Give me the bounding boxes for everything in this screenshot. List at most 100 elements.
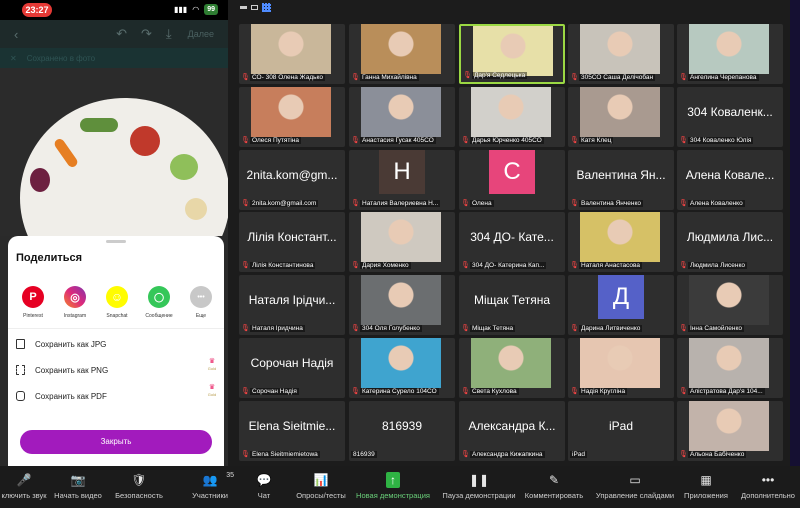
participant-video: [361, 87, 441, 137]
close-icon[interactable]: ✕: [10, 54, 17, 63]
participant-tile[interactable]: 🎙 Надія Кругліна: [568, 338, 674, 398]
participant-caption-text: 304 Оля Голубенко: [360, 324, 422, 332]
toolbar-polls-button[interactable]: 📊 Опросы/тесты: [290, 472, 352, 504]
mic-muted-icon: 🎙: [351, 324, 360, 332]
participant-caption: 🎙 305СО Саша Делічобан: [570, 72, 656, 82]
participant-caption-text: Катя Клец: [579, 136, 614, 144]
toolbar-more-button[interactable]: ••• Дополнительно: [736, 472, 800, 504]
share-app-more[interactable]: ••• Еще: [182, 286, 220, 319]
slides-icon: ▭: [629, 473, 641, 487]
onion-shape: [185, 198, 207, 220]
participant-tile[interactable]: Лілія Констант... 🎙 Лілія Константинова: [239, 212, 345, 272]
toolbar-video-off-button[interactable]: 📷 Начать видео: [48, 472, 108, 504]
participant-caption: 🎙 Дар'я Седлецька: [463, 70, 528, 80]
participant-caption: 🎙 Альона Бабіченко: [679, 449, 747, 459]
participant-tile[interactable]: Наталя Ірідчи... 🎙 Наталя Іридчина: [239, 275, 345, 335]
done-button[interactable]: Далее: [188, 29, 214, 39]
participant-caption-text: СО- 308 Олена Жадько: [250, 73, 326, 81]
share-app-instagram[interactable]: ◎ Instagram: [56, 286, 94, 319]
divider: [8, 328, 224, 329]
toolbar-share-screen-button[interactable]: ↑ Новая демонстрация: [352, 472, 434, 504]
participant-tile[interactable]: Алена Ковале... 🎙 Алена Коваленко: [677, 150, 783, 210]
participant-tile[interactable]: С 🎙 Олена: [459, 150, 565, 210]
participant-tile[interactable]: 🎙 Катерина Сурело 104СО: [349, 338, 455, 398]
toolbar-chat-button[interactable]: 💬 Чат: [250, 472, 278, 504]
toolbar-pause-button[interactable]: ❚❚ Пауза демонстрации: [440, 472, 518, 504]
toolbar-participants-button[interactable]: 👥 35 Участники: [180, 472, 240, 504]
participant-tile[interactable]: 816939 816939: [349, 401, 455, 461]
participant-tile[interactable]: 🎙 Інна Самойленко: [677, 275, 783, 335]
participant-tile[interactable]: 🎙 СО- 308 Олена Жадько: [239, 24, 345, 84]
redo-icon[interactable]: ↷: [141, 26, 152, 42]
participant-tile[interactable]: 🎙 Катя Клец: [568, 87, 674, 147]
mic-muted-icon: 🎙: [679, 450, 688, 458]
participant-tile[interactable]: Міщак Тетяна 🎙 Міщак Тетяна: [459, 275, 565, 335]
back-icon[interactable]: ‹: [14, 27, 18, 42]
participant-caption-text: Александра Кижапкина: [470, 450, 545, 458]
mic-muted-icon: 🎙: [679, 199, 688, 207]
participant-video: [471, 338, 551, 388]
participant-tile[interactable]: 304 Коваленк... 🎙 304 Коваленко Юлія: [677, 87, 783, 147]
participant-caption-text: Света Кухлова: [470, 387, 519, 395]
share-app-snapchat[interactable]: ☺ Snapchat: [98, 286, 136, 319]
speaker-view-icon[interactable]: [251, 5, 258, 10]
participant-tile[interactable]: 🎙 Анастасия Гусак 405СО: [349, 87, 455, 147]
participant-tile[interactable]: Н 🎙 Наталия Валериевна Н...: [349, 150, 455, 210]
participant-gallery: 🎙 СО- 308 Олена Жадько 🎙 Ганна Михайлівна 🎙 Д…: [230, 0, 790, 466]
participant-tile[interactable]: 🎙 304 Оля Голубенко: [349, 275, 455, 335]
save-option-label: Сохранить как JPG: [35, 339, 107, 349]
mic-muted-icon: 🎙: [461, 199, 470, 207]
messages-icon: ◯: [148, 286, 170, 308]
participant-tile[interactable]: 304 ДО- Кате... 🎙 304 ДО- Катерина Кап...: [459, 212, 565, 272]
toolbar-shield-button[interactable]: 🛡 Безопасность: [108, 472, 170, 504]
share-app-pinterest[interactable]: P Pinterest: [14, 286, 52, 319]
participant-tile[interactable]: 🎙 Дарья Юрченко 405СО: [459, 87, 565, 147]
participant-caption-text: Дар'я Седлецька: [472, 71, 528, 79]
sheet-handle[interactable]: [106, 240, 126, 243]
save-as-jpg[interactable]: Сохранить как JPG: [16, 336, 216, 352]
share-app-messages[interactable]: ◯ Сообщение: [140, 286, 178, 319]
toolbar-slides-button[interactable]: ▭ Управление слайдами: [590, 472, 680, 504]
participant-caption: 🎙 Дарина Литвиченко: [570, 323, 643, 333]
participant-tile[interactable]: iPad iPad: [568, 401, 674, 461]
participant-tile[interactable]: 🎙 Ангелина Черепанова: [677, 24, 783, 84]
participant-tile[interactable]: Elena Sieitmie... 🎙 Elena Sieitmiemietowa: [239, 401, 345, 461]
participant-tile[interactable]: Д 🎙 Дарина Литвиченко: [568, 275, 674, 335]
mic-muted-icon: 🎙: [679, 387, 688, 395]
participant-tile[interactable]: 🎙 Света Кухлова: [459, 338, 565, 398]
participant-tile[interactable]: Людмила Лис... 🎙 Людмила Лисенко: [677, 212, 783, 272]
save-as-pdf[interactable]: Сохранить как PDF: [16, 388, 216, 404]
participant-tile[interactable]: 🎙 Дар'я Седлецька: [459, 24, 565, 84]
save-as-png[interactable]: Сохранить как PNG: [16, 362, 216, 378]
toolbar-mic-muted-button[interactable]: 🎤 ключить звук: [0, 472, 48, 504]
participant-name: Людмила Лис...: [686, 230, 774, 244]
gallery-view-icon[interactable]: [262, 3, 271, 12]
participant-caption: 🎙 Надія Кругліна: [570, 386, 628, 396]
participant-tile[interactable]: Сорочан Надія 🎙 Сорочан Надія: [239, 338, 345, 398]
gold-badge: ♛ Gold: [207, 358, 217, 371]
toolbar-apps-button[interactable]: ▦ Приложения: [680, 472, 732, 504]
participant-avatar-letter: Н: [379, 150, 425, 194]
share-app-label: Snapchat: [106, 313, 128, 319]
participant-tile[interactable]: 🎙 Наталя Анастасова: [568, 212, 674, 272]
participant-tile[interactable]: 🎙 Дария Хоменко: [349, 212, 455, 272]
close-button[interactable]: Закрыть: [20, 430, 212, 454]
screen: { "status_bar": { "time": "23:27", "batt…: [0, 0, 800, 508]
participant-tile[interactable]: Александра К... 🎙 Александра Кижапкина: [459, 401, 565, 461]
share-apps-row: P Pinterest ◎ Instagram ☺ Snapchat ◯ Соо…: [14, 286, 220, 319]
participant-tile[interactable]: 🎙 Олеся Путятіна: [239, 87, 345, 147]
mic-muted-icon: 🎙: [241, 199, 250, 207]
participant-tile[interactable]: 2nita.kom@gm... 🎙 2nita.kom@gmail.com: [239, 150, 345, 210]
minimize-icon[interactable]: [240, 6, 247, 9]
participant-tile[interactable]: 🎙 Ганна Михайлівна: [349, 24, 455, 84]
toolbar-annotate-button[interactable]: ✎ Комментировать: [518, 472, 590, 504]
participant-caption-text: Сорочан Надія: [250, 387, 299, 395]
participant-video: [473, 26, 553, 76]
meeting-toolbar: 🎤 ключить звук 📷 Начать видео 🛡 Безопасность 👥…: [0, 466, 800, 508]
participant-tile[interactable]: 🎙 Альона Бабіченко: [677, 401, 783, 461]
download-icon[interactable]: ⤓: [166, 26, 172, 42]
participant-tile[interactable]: 🎙 305СО Саша Делічобан: [568, 24, 674, 84]
participant-tile[interactable]: 🎙 Алістратова Дар'я 104...: [677, 338, 783, 398]
participant-tile[interactable]: Валентина Ян... 🎙 Валентина Янченко: [568, 150, 674, 210]
undo-icon[interactable]: ↶: [116, 26, 127, 42]
